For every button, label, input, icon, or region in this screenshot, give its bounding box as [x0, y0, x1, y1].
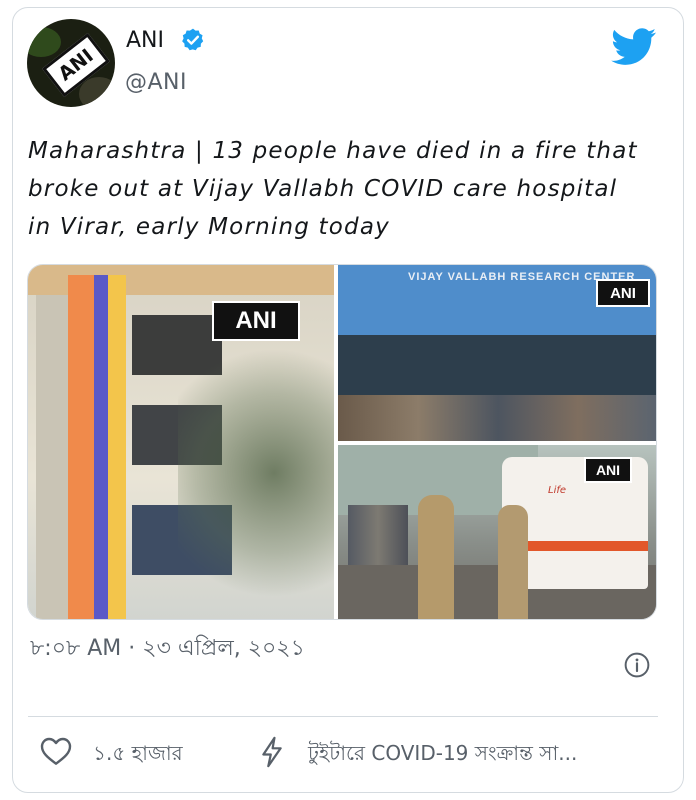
heart-icon[interactable] [40, 736, 72, 766]
tweet-text: Maharashtra | 13 people have died in a f… [28, 138, 638, 240]
media-image-entrance[interactable]: VIJAY VALLABH RESEARCH CENTER ANI [338, 265, 656, 441]
account-name[interactable]: ANI [126, 28, 164, 53]
verified-badge-icon [182, 28, 204, 51]
avatar-background-shadow [79, 77, 115, 107]
ani-watermark: ANI [596, 279, 650, 307]
building-yellow-stripe [108, 275, 126, 619]
tweet-timestamp[interactable]: ৮:০৮ AM · ২৩ এপ্রিল, ২০২১ [30, 628, 450, 670]
media-image-ambulance[interactable]: Life ANI [338, 445, 656, 619]
avatar[interactable]: ANI [27, 19, 115, 107]
media-grid[interactable]: ANI VIJAY VALLABH RESEARCH CENTER ANI Li… [27, 264, 657, 620]
police-officer [418, 495, 454, 619]
related-topic-link[interactable]: টুইটারে COVID-19 সংক্রান্ত সা... [308, 739, 577, 772]
ani-watermark: ANI [212, 301, 300, 341]
info-icon[interactable] [624, 652, 650, 678]
crowd [348, 505, 408, 565]
bolt-icon[interactable] [260, 736, 284, 768]
avatar-background-foliage [27, 27, 61, 57]
twitter-bird-icon[interactable] [611, 28, 657, 66]
ani-watermark: ANI [584, 457, 632, 483]
media-image-building[interactable]: ANI [28, 265, 334, 619]
like-count[interactable]: ১.৫ হাজার [93, 739, 183, 772]
account-handle[interactable]: @ANI [125, 70, 187, 95]
ambulance-text: Life [548, 485, 567, 496]
building-blue-stripe [94, 275, 108, 619]
police-officer [498, 505, 528, 619]
tree-branches [178, 325, 334, 619]
action-bar: ১.৫ হাজার টুইটারে COVID-19 সংক্রান্ত সা.… [40, 736, 660, 772]
divider [28, 716, 658, 717]
crowd [338, 395, 656, 441]
